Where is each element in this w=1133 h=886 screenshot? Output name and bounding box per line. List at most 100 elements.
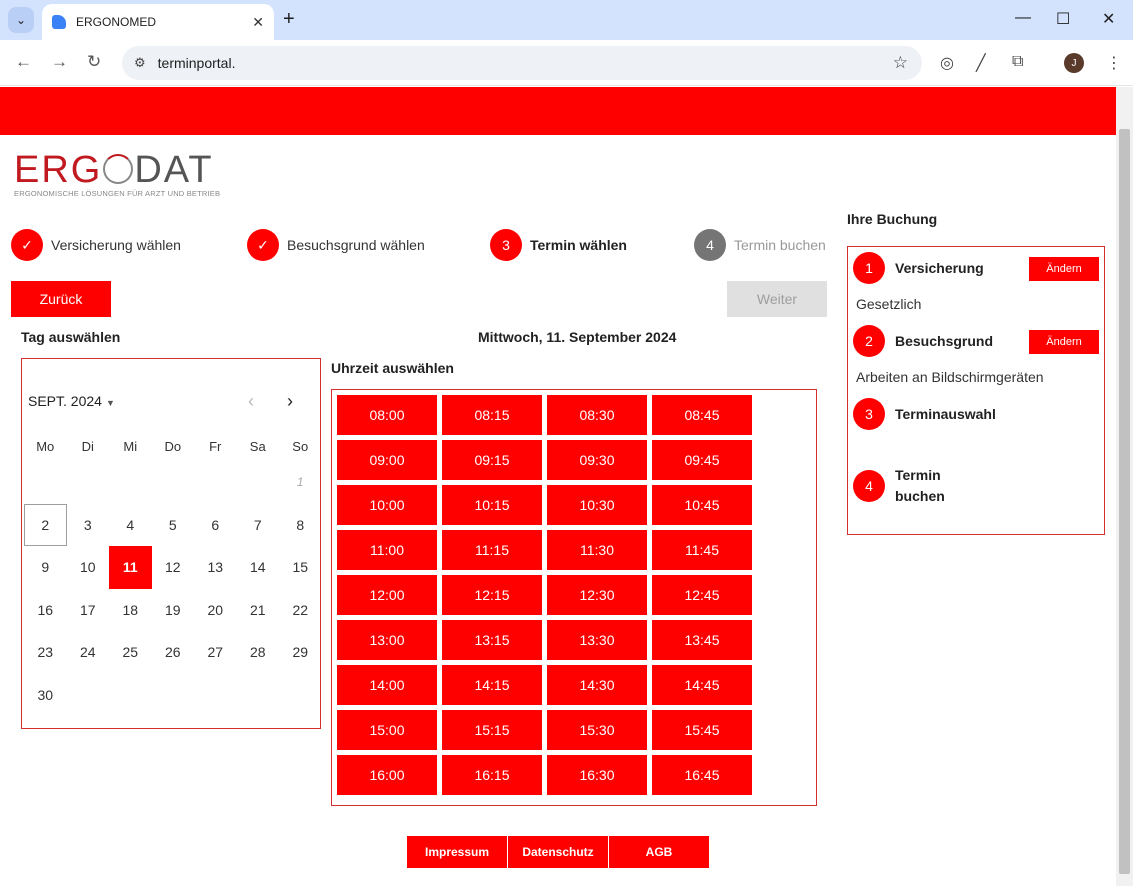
change-insurance-button[interactable]: Ändern <box>1029 257 1099 281</box>
calendar-day[interactable]: 10 <box>67 546 110 589</box>
time-slot-button[interactable]: 10:45 <box>652 485 752 525</box>
bookmark-star-icon[interactable]: ☆ <box>893 53 908 73</box>
time-slot-button[interactable]: 10:30 <box>547 485 647 525</box>
calendar-day[interactable]: 25 <box>109 631 152 674</box>
pen-icon[interactable]: ╱ <box>976 53 986 73</box>
time-slot-button[interactable]: 10:00 <box>337 485 437 525</box>
time-slot-button[interactable]: 09:45 <box>652 440 752 480</box>
footer-link[interactable]: Datenschutz <box>508 836 608 868</box>
time-slot-button[interactable]: 11:45 <box>652 530 752 570</box>
time-slot-button[interactable]: 16:15 <box>442 755 542 795</box>
calendar-day[interactable]: 22 <box>279 589 322 632</box>
calendar-day[interactable]: 5 <box>152 504 195 547</box>
time-slot-button[interactable]: 13:45 <box>652 620 752 660</box>
time-slot-button[interactable]: 13:30 <box>547 620 647 660</box>
time-slot-button[interactable]: 08:15 <box>442 395 542 435</box>
calendar-day[interactable]: 19 <box>152 589 195 632</box>
time-slot-button[interactable]: 08:45 <box>652 395 752 435</box>
minimize-icon[interactable]: — <box>1015 9 1031 27</box>
extension-timer-icon[interactable]: ◎ <box>940 53 954 73</box>
time-slot-button[interactable]: 15:00 <box>337 710 437 750</box>
calendar-day[interactable]: 27 <box>194 631 237 674</box>
calendar-day[interactable]: 29 <box>279 631 322 674</box>
calendar-day[interactable]: 17 <box>67 589 110 632</box>
calendar-day[interactable]: 30 <box>24 674 67 717</box>
time-slot-button[interactable]: 09:30 <box>547 440 647 480</box>
back-button[interactable]: Zurück <box>11 281 111 317</box>
chevron-right-icon[interactable]: › <box>287 391 293 412</box>
time-slot-button[interactable]: 11:00 <box>337 530 437 570</box>
time-slot-button[interactable]: 13:00 <box>337 620 437 660</box>
browser-tab[interactable]: ERGONOMED ✕ <box>42 4 274 40</box>
calendar-day[interactable]: 21 <box>237 589 280 632</box>
time-slot-button[interactable]: 08:30 <box>547 395 647 435</box>
site-settings-icon[interactable]: ⚙ <box>134 55 146 71</box>
next-button[interactable]: Weiter <box>727 281 827 317</box>
close-tab-icon[interactable]: ✕ <box>252 14 264 31</box>
calendar-day[interactable]: 14 <box>237 546 280 589</box>
calendar-day-selected[interactable]: 11 <box>109 546 152 589</box>
time-slot-button[interactable]: 15:30 <box>547 710 647 750</box>
calendar-day[interactable]: 23 <box>24 631 67 674</box>
time-slot-button[interactable]: 09:15 <box>442 440 542 480</box>
time-slot-button[interactable]: 10:15 <box>442 485 542 525</box>
calendar-day[interactable]: 26 <box>152 631 195 674</box>
forward-arrow-icon[interactable]: → <box>51 52 68 72</box>
time-slot-button[interactable]: 12:15 <box>442 575 542 615</box>
time-slot-button[interactable]: 12:45 <box>652 575 752 615</box>
time-slot-button[interactable]: 14:15 <box>442 665 542 705</box>
window-close-icon[interactable]: ✕ <box>1102 9 1115 29</box>
booking-summary: 1 Versicherung Ändern Gesetzlich 2 Besuc… <box>847 246 1105 535</box>
time-slot-button[interactable]: 13:15 <box>442 620 542 660</box>
time-slot-button[interactable]: 11:30 <box>547 530 647 570</box>
time-slot-button[interactable]: 16:30 <box>547 755 647 795</box>
calendar-day[interactable]: 9 <box>24 546 67 589</box>
step-insurance[interactable]: ✓ Versicherung wählen <box>11 229 181 261</box>
reload-icon[interactable]: ↻ <box>87 52 101 72</box>
calendar-day[interactable]: 3 <box>67 504 110 547</box>
calendar-day[interactable]: 24 <box>67 631 110 674</box>
address-bar[interactable]: ⚙ terminportal. ☆ <box>122 46 922 80</box>
calendar-day[interactable]: 28 <box>237 631 280 674</box>
time-slot-button[interactable]: 09:00 <box>337 440 437 480</box>
time-slot-button[interactable]: 14:30 <box>547 665 647 705</box>
time-slot-button[interactable]: 15:15 <box>442 710 542 750</box>
new-tab-icon[interactable]: + <box>283 8 295 30</box>
profile-avatar[interactable]: J <box>1064 53 1084 73</box>
weekday-label: Sa <box>249 438 266 454</box>
calendar-day[interactable]: 2 <box>24 503 67 546</box>
calendar-day[interactable]: 8 <box>279 504 322 547</box>
time-slot-button[interactable]: 12:00 <box>337 575 437 615</box>
calendar-day[interactable]: 13 <box>194 546 237 589</box>
footer-link[interactable]: AGB <box>609 836 709 868</box>
time-slot-button[interactable]: 16:00 <box>337 755 437 795</box>
extensions-puzzle-icon[interactable]: ⧉ <box>1012 53 1023 71</box>
calendar-day[interactable]: 4 <box>109 504 152 547</box>
calendar-day[interactable]: 7 <box>237 504 280 547</box>
time-slot-button[interactable]: 14:00 <box>337 665 437 705</box>
calendar-day[interactable]: 18 <box>109 589 152 632</box>
month-selector[interactable]: SEPT. 2024 ▼ <box>28 393 115 409</box>
time-slot-button[interactable]: 15:45 <box>652 710 752 750</box>
footer-link[interactable]: Impressum <box>407 836 507 868</box>
time-slot-button[interactable]: 16:45 <box>652 755 752 795</box>
time-slot-button[interactable]: 14:45 <box>652 665 752 705</box>
step-reason[interactable]: ✓ Besuchsgrund wählen <box>247 229 425 261</box>
time-slot-button[interactable]: 08:00 <box>337 395 437 435</box>
scrollbar-thumb[interactable] <box>1119 129 1130 874</box>
calendar-day[interactable]: 15 <box>279 546 322 589</box>
change-reason-button[interactable]: Ändern <box>1029 330 1099 354</box>
chevron-left-icon[interactable]: ‹ <box>248 391 254 412</box>
time-slot-button[interactable]: 11:15 <box>442 530 542 570</box>
calendar-day[interactable]: 12 <box>152 546 195 589</box>
maximize-icon[interactable]: ☐ <box>1056 9 1070 29</box>
menu-kebab-icon[interactable]: ⋮ <box>1106 53 1122 73</box>
time-slot-button[interactable]: 12:30 <box>547 575 647 615</box>
step-appointment[interactable]: 3 Termin wählen <box>490 229 627 261</box>
calendar-day[interactable]: 16 <box>24 589 67 632</box>
calendar-day[interactable]: 6 <box>194 504 237 547</box>
page-scrollbar[interactable] <box>1116 87 1133 886</box>
back-arrow-icon[interactable]: ← <box>15 52 32 72</box>
tab-search-button[interactable]: ⌄ <box>8 7 34 33</box>
calendar-day[interactable]: 20 <box>194 589 237 632</box>
